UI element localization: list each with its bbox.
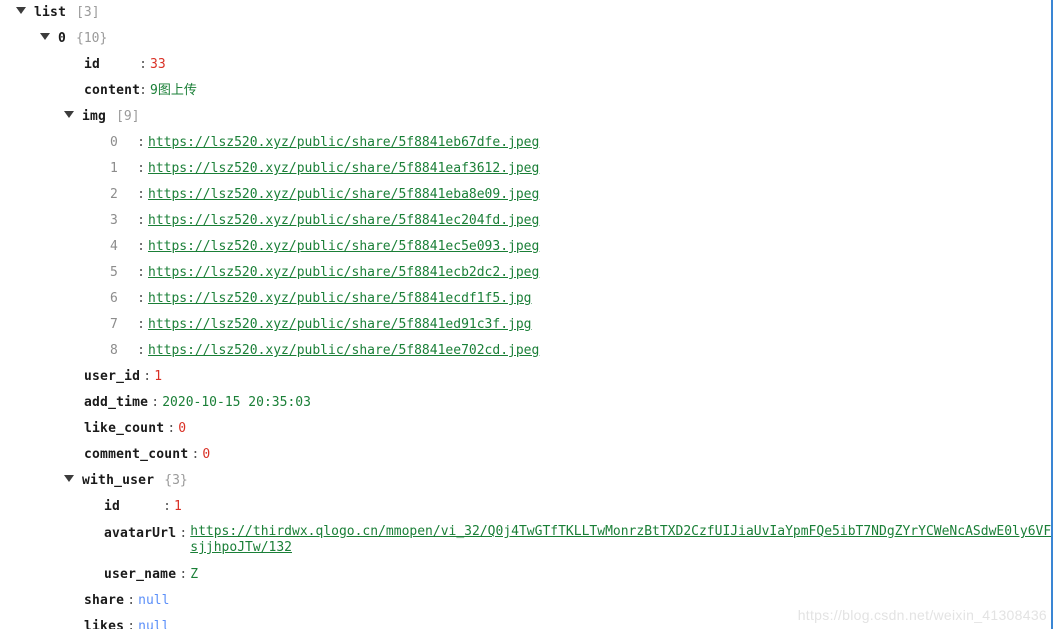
field-key-likes: likes [84, 619, 125, 629]
field-key-add-time: add_time [84, 395, 149, 410]
image-url-link[interactable]: https://lsz520.xyz/public/share/5f8841ec… [148, 239, 539, 254]
field-key-id: id [84, 57, 101, 72]
image-url-link[interactable]: https://lsz520.xyz/public/share/5f8841ec… [148, 213, 539, 228]
array-index: 5 [110, 265, 118, 280]
array-index: 2 [110, 187, 118, 202]
chevron-down-icon[interactable] [40, 33, 50, 40]
field-key-like-count: like_count [84, 421, 165, 436]
avatar-url-line-1[interactable]: https://thirdwx.qlogo.cn/mmopen/vi_32/Q0… [190, 524, 1051, 540]
field-colon: : [137, 291, 145, 306]
list-item: 2: https://lsz520.xyz/public/share/5f8841… [0, 182, 1051, 208]
list-item: 1: https://lsz520.xyz/public/share/5f8841… [0, 156, 1051, 182]
field-user-id: user_id:1 [0, 364, 1051, 390]
image-url-link[interactable]: https://lsz520.xyz/public/share/5f8841ea… [148, 161, 539, 176]
field-value-like-count: 0 [178, 421, 187, 436]
list-item: 5: https://lsz520.xyz/public/share/5f8841… [0, 260, 1051, 286]
tree-node-img[interactable]: img [9] [0, 104, 1051, 130]
field-content: content: 9图上传 [0, 78, 1051, 104]
list-item: 0: https://lsz520.xyz/public/share/5f8841… [0, 130, 1051, 156]
field-key-content: content [84, 83, 141, 98]
field-add-time: add_time:2020-10-15 20:35:03 [0, 390, 1051, 416]
field-colon: : [137, 239, 145, 254]
chevron-down-icon[interactable] [64, 111, 74, 118]
field-colon: : [163, 499, 171, 514]
array-index: 6 [110, 291, 118, 306]
array-index: 1 [110, 161, 118, 176]
field-colon: : [167, 421, 176, 436]
field-colon: : [127, 619, 136, 629]
field-value-id: 33 [150, 57, 166, 72]
list-item: 6: https://lsz520.xyz/public/share/5f8841… [0, 286, 1051, 312]
field-key-with-user-id: id [104, 499, 121, 514]
field-key-user-id: user_id [84, 369, 141, 384]
image-url-link[interactable]: https://lsz520.xyz/public/share/5f8841ec… [148, 291, 532, 306]
field-colon: : [137, 343, 145, 358]
field-key-share: share [84, 593, 125, 608]
field-colon: : [127, 593, 136, 608]
list-item: 4: https://lsz520.xyz/public/share/5f8841… [0, 234, 1051, 260]
node-count-list: [3] [76, 5, 100, 20]
image-url-link[interactable]: https://lsz520.xyz/public/share/5f8841eb… [148, 187, 539, 202]
node-label-list: list [34, 5, 67, 20]
field-value-comment-count: 0 [202, 447, 211, 462]
field-value-content: 9图上传 [150, 83, 197, 98]
node-count-img: [9] [116, 109, 140, 124]
node-index-0: 0 [58, 31, 67, 46]
field-colon: : [137, 135, 145, 150]
field-with-user-id: id:1 [0, 494, 1051, 520]
field-avatar-url: avatarUrl: https://thirdwx.qlogo.cn/mmope… [0, 520, 1051, 562]
field-value-likes: null [138, 619, 170, 629]
array-index: 7 [110, 317, 118, 332]
list-item: 7: https://lsz520.xyz/public/share/5f8841… [0, 312, 1051, 338]
tree-node-item-0[interactable]: 0 {10} [0, 26, 1051, 52]
tree-node-with-user[interactable]: with_user {3} [0, 468, 1051, 494]
image-url-link[interactable]: https://lsz520.xyz/public/share/5f8841ed… [148, 317, 532, 332]
field-colon: : [179, 526, 188, 541]
array-index: 3 [110, 213, 118, 228]
tree-node-list[interactable]: list [3] [0, 0, 1051, 26]
field-colon: : [137, 187, 145, 202]
field-value-user-id: 1 [154, 369, 163, 384]
field-colon: : [139, 57, 147, 72]
array-index: 0 [110, 135, 118, 150]
field-colon: : [191, 447, 200, 462]
field-user-name: user_name: Z [0, 562, 1051, 588]
field-colon: : [151, 395, 160, 410]
field-colon: : [137, 317, 145, 332]
field-colon: : [139, 83, 147, 98]
image-url-link[interactable]: https://lsz520.xyz/public/share/5f8841eb… [148, 135, 539, 150]
csdn-watermark: https://blog.csdn.net/weixin_41308436 [797, 607, 1047, 623]
field-colon: : [143, 369, 152, 384]
field-key-user-name: user_name [104, 567, 177, 582]
field-colon: : [137, 213, 145, 228]
field-comment-count: comment_count:0 [0, 442, 1051, 468]
field-colon: : [137, 265, 145, 280]
field-value-share: null [138, 593, 170, 608]
node-label-with-user: with_user [82, 473, 155, 488]
field-key-comment-count: comment_count [84, 447, 189, 462]
chevron-down-icon[interactable] [16, 7, 26, 14]
image-url-link[interactable]: https://lsz520.xyz/public/share/5f8841ec… [148, 265, 539, 280]
field-like-count: like_count:0 [0, 416, 1051, 442]
node-count-with-user: {3} [164, 473, 188, 488]
image-url-link[interactable]: https://lsz520.xyz/public/share/5f8841ee… [148, 343, 539, 358]
field-id: id:33 [0, 52, 1051, 78]
field-value-user-name: Z [190, 567, 199, 582]
list-item: 3: https://lsz520.xyz/public/share/5f8841… [0, 208, 1051, 234]
array-index: 8 [110, 343, 118, 358]
array-index: 4 [110, 239, 118, 254]
list-item: 8: https://lsz520.xyz/public/share/5f8841… [0, 338, 1051, 364]
chevron-down-icon[interactable] [64, 475, 74, 482]
json-tree-viewer[interactable]: list [3] 0 {10} id:33 content: 9图上传 img [9] … [0, 0, 1053, 629]
node-label-img: img [82, 109, 107, 124]
node-count-item-0: {10} [76, 31, 108, 46]
field-key-avatar-url: avatarUrl [104, 526, 177, 541]
field-value-with-user-id: 1 [174, 499, 182, 514]
field-value-add-time: 2020-10-15 20:35:03 [162, 395, 311, 410]
field-colon: : [137, 161, 145, 176]
avatar-url-link[interactable]: https://thirdwx.qlogo.cn/mmopen/vi_32/Q0… [190, 524, 1051, 556]
avatar-url-line-2[interactable]: sjjhpoJTw/132 [190, 540, 1051, 556]
field-colon: : [179, 567, 188, 582]
